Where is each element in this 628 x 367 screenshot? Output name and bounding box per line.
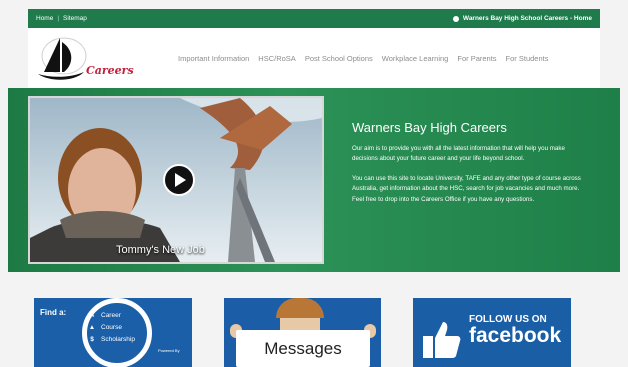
hero-title: Warners Bay High Careers (352, 120, 507, 135)
facebook-wordmark: facebook (469, 324, 562, 347)
hero-paragraph-2: You can use this site to locate Universi… (352, 174, 581, 203)
separator: | (57, 15, 60, 22)
site-header: Careers Important Information HSC/RoSA P… (28, 28, 600, 88)
home-link[interactable]: Home (36, 15, 53, 22)
nav-for-students[interactable]: For Students (506, 54, 549, 63)
find-tile[interactable]: Find a: ✎ Career ▲ Course $ Scholarship Pow… (34, 298, 192, 367)
hero-text: Warners Bay High Careers Our aim is to p… (352, 120, 582, 214)
breadcrumb-text[interactable]: Warners Bay High School Careers - Home (463, 15, 592, 22)
nav-workplace-learning[interactable]: Workplace Learning (382, 54, 449, 63)
wrench-icon: ✎ (89, 312, 95, 319)
nav-for-parents[interactable]: For Parents (457, 54, 496, 63)
facebook-text: FOLLOW US ON facebook (469, 314, 561, 347)
logo-text: Careers (86, 64, 134, 77)
breadcrumb: Warners Bay High School Careers - Home (452, 15, 592, 22)
site-logo[interactable]: Careers (28, 28, 138, 88)
facebook-tile[interactable]: FOLLOW US ON facebook (413, 298, 571, 367)
play-icon (175, 173, 186, 187)
dollar-icon: $ (90, 336, 94, 343)
powered-by: Powered By (158, 348, 180, 353)
graduation-cap-icon: ▲ (88, 324, 96, 331)
thumbs-up-icon (423, 322, 461, 358)
find-item-label: Career (101, 312, 121, 319)
find-list: ✎ Career ▲ Course $ Scholarship (88, 310, 135, 346)
hero-paragraph-1: Our aim is to provide you with all the l… (352, 145, 565, 163)
find-item-scholarship[interactable]: $ Scholarship (88, 334, 135, 346)
top-bar: Home | Sitemap Warners Bay High School C… (28, 9, 600, 28)
sailboat-logo-icon (38, 37, 87, 80)
video-player[interactable]: Tommy's New Job (28, 96, 324, 264)
nav-important-information[interactable]: Important Information (178, 54, 249, 63)
feature-tiles: Find a: ✎ Career ▲ Course $ Scholarship Pow… (0, 290, 628, 367)
messages-tile[interactable]: Messages (224, 298, 381, 367)
sitemap-link[interactable]: Sitemap (63, 15, 87, 22)
nav-hsc-rosa[interactable]: HSC/RoSA (258, 54, 296, 63)
find-item-label: Course (101, 324, 122, 331)
person-hair (276, 298, 324, 318)
find-item-career[interactable]: ✎ Career (88, 310, 135, 322)
video-caption: Tommy's New Job (116, 244, 205, 256)
main-nav: Important Information HSC/RoSA Post Scho… (178, 54, 549, 63)
nav-post-school-options[interactable]: Post School Options (305, 54, 373, 63)
find-item-label: Scholarship (101, 336, 135, 343)
location-icon (452, 15, 459, 22)
hero-banner: Tommy's New Job Warners Bay High Careers… (8, 88, 620, 272)
find-title: Find a: (40, 308, 67, 317)
page: Home | Sitemap Warners Bay High School C… (0, 0, 628, 367)
play-button[interactable] (163, 164, 195, 196)
messages-label: Messages (236, 330, 370, 367)
top-links: Home | Sitemap (36, 15, 87, 22)
find-item-course[interactable]: ▲ Course (88, 322, 135, 334)
